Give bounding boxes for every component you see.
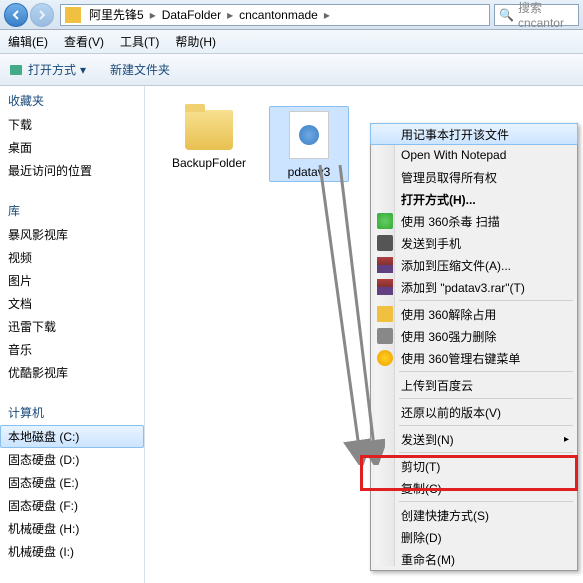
archive-icon: [377, 279, 393, 295]
sidebar-item[interactable]: 视频: [0, 246, 144, 269]
folder-icon: [65, 7, 81, 23]
sidebar-item[interactable]: 固态硬盘 (F:): [0, 494, 144, 517]
file-item-selected[interactable]: pdatav3: [269, 106, 349, 182]
shield-icon: [377, 213, 393, 229]
sidebar: 收藏夹 下载 桌面 最近访问的位置 库 暴风影视库 视频 图片 文档 迅雷下载 …: [0, 86, 145, 583]
sidebar-item[interactable]: 机械硬盘 (H:): [0, 517, 144, 540]
menu-view[interactable]: 查看(V): [64, 33, 104, 50]
sidebar-item[interactable]: 桌面: [0, 136, 144, 159]
ctx-copy[interactable]: 复制(C): [371, 477, 577, 499]
ctx-rename[interactable]: 重命名(M): [371, 548, 577, 570]
file-icon: [289, 111, 329, 159]
ctx-open-with[interactable]: 打开方式(H)...: [371, 188, 577, 210]
sidebar-group-computer[interactable]: 计算机: [0, 400, 144, 425]
search-icon: 🔍: [499, 8, 514, 22]
sidebar-item[interactable]: 固态硬盘 (E:): [0, 471, 144, 494]
breadcrumb-item[interactable]: 阿里先锋5: [85, 6, 148, 23]
sidebar-item[interactable]: 机械硬盘 (I:): [0, 540, 144, 563]
toolbar-label: 打开方式: [28, 61, 76, 78]
chevron-right-icon: ▸: [225, 8, 235, 22]
sidebar-item[interactable]: 固态硬盘 (D:): [0, 448, 144, 471]
ctx-send-to[interactable]: 发送到(N): [371, 428, 577, 450]
folder-icon: [185, 110, 233, 150]
menu-tools[interactable]: 工具(T): [120, 33, 159, 50]
ctx-add-archive[interactable]: 添加到压缩文件(A)...: [371, 254, 577, 276]
file-label: BackupFolder: [169, 156, 249, 172]
context-menu: 用记事本打开该文件 Open With Notepad 管理员取得所有权 打开方…: [370, 123, 578, 571]
360-icon: [377, 350, 393, 366]
menu-help[interactable]: 帮助(H): [175, 33, 216, 50]
ctx-create-shortcut[interactable]: 创建快捷方式(S): [371, 504, 577, 526]
ctx-manage-menu-360[interactable]: 使用 360管理右键菜单: [371, 347, 577, 369]
sidebar-group-favorites[interactable]: 收藏夹: [0, 88, 144, 113]
ctx-scan-360[interactable]: 使用 360杀毒 扫描: [371, 210, 577, 232]
ctx-delete[interactable]: 删除(D): [371, 526, 577, 548]
ctx-open-notepad-cn[interactable]: 用记事本打开该文件: [370, 123, 578, 145]
sidebar-group-libraries[interactable]: 库: [0, 198, 144, 223]
open-icon: [8, 62, 24, 78]
ctx-send-phone[interactable]: 发送到手机: [371, 232, 577, 254]
separator: [399, 371, 573, 372]
folder-item[interactable]: BackupFolder: [169, 106, 249, 172]
sidebar-item[interactable]: 暴风影视库: [0, 223, 144, 246]
chevron-right-icon: ▸: [322, 8, 332, 22]
sidebar-item[interactable]: 文档: [0, 292, 144, 315]
nav-back-button[interactable]: [4, 3, 28, 27]
search-placeholder: 搜索 cncantor: [518, 0, 574, 30]
nav-forward-button[interactable]: [30, 3, 54, 27]
toolbar-open-with[interactable]: 打开方式 ▾: [8, 61, 86, 78]
sidebar-item[interactable]: 图片: [0, 269, 144, 292]
ctx-open-notepad-en[interactable]: Open With Notepad: [371, 144, 577, 166]
chevron-right-icon: ▸: [148, 8, 158, 22]
ctx-unlock-360[interactable]: 使用 360解除占用: [371, 303, 577, 325]
menu-edit[interactable]: 编辑(E): [8, 33, 48, 50]
ctx-restore-version[interactable]: 还原以前的版本(V): [371, 401, 577, 423]
sidebar-item[interactable]: 优酷影视库: [0, 361, 144, 384]
gear-icon: [299, 125, 319, 145]
breadcrumb-item[interactable]: cncantonmade: [235, 8, 322, 22]
sidebar-item[interactable]: 最近访问的位置: [0, 159, 144, 182]
sidebar-item[interactable]: 音乐: [0, 338, 144, 361]
sidebar-item[interactable]: 下载: [0, 113, 144, 136]
arrow-left-icon: [11, 10, 21, 20]
menu-bar: 编辑(E) 查看(V) 工具(T) 帮助(H): [0, 30, 583, 54]
shredder-icon: [377, 328, 393, 344]
breadcrumb-item[interactable]: DataFolder: [158, 8, 225, 22]
address-bar: 阿里先锋5 ▸ DataFolder ▸ cncantonmade ▸ 🔍 搜索…: [0, 0, 583, 30]
separator: [399, 425, 573, 426]
search-input[interactable]: 🔍 搜索 cncantor: [494, 4, 579, 26]
phone-icon: [377, 235, 393, 251]
folder-icon: [377, 306, 393, 322]
separator: [399, 501, 573, 502]
sidebar-item[interactable]: 迅雷下载: [0, 315, 144, 338]
toolbar-label: 新建文件夹: [110, 61, 170, 78]
breadcrumb[interactable]: 阿里先锋5 ▸ DataFolder ▸ cncantonmade ▸: [60, 4, 490, 26]
sidebar-item-drive-c[interactable]: 本地磁盘 (C:): [0, 425, 144, 448]
archive-icon: [377, 257, 393, 273]
ctx-upload-baidu[interactable]: 上传到百度云: [371, 374, 577, 396]
ctx-admin-owner[interactable]: 管理员取得所有权: [371, 166, 577, 188]
toolbar: 打开方式 ▾ 新建文件夹: [0, 54, 583, 86]
chevron-down-icon: ▾: [80, 63, 86, 77]
ctx-add-rar[interactable]: 添加到 "pdatav3.rar"(T): [371, 276, 577, 298]
ctx-force-del-360[interactable]: 使用 360强力删除: [371, 325, 577, 347]
file-label: pdatav3: [270, 165, 348, 181]
separator: [399, 452, 573, 453]
toolbar-new-folder[interactable]: 新建文件夹: [110, 61, 170, 78]
ctx-cut[interactable]: 剪切(T): [371, 455, 577, 477]
separator: [399, 398, 573, 399]
separator: [399, 300, 573, 301]
arrow-right-icon: [37, 10, 47, 20]
